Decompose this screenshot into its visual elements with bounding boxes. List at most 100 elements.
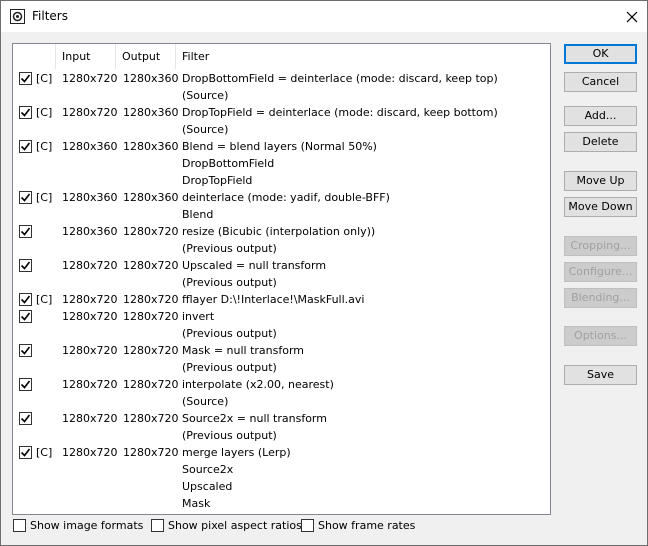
output-size: 1280x720 (123, 412, 179, 425)
filter-row[interactable]: [C] 1280x360 1280x360 Blend = blend layers … (13, 138, 550, 189)
blending-button[interactable]: Blending... (564, 288, 637, 308)
check-icon (20, 380, 31, 389)
filter-source: DropTopField (182, 174, 253, 187)
header-output[interactable]: Output (116, 44, 176, 69)
filter-enabled-checkbox[interactable] (19, 72, 32, 85)
filter-description: deinterlace (mode: yadif, double-BFF) Ble… (182, 189, 390, 223)
crop-tag: [C] (36, 191, 53, 204)
output-size: 1280x360 (123, 72, 179, 85)
filter-row[interactable]: 1280x720 1280x720 interpolate (x2.00, near… (13, 376, 550, 410)
check-icon (20, 312, 31, 321)
filter-source: Upscaled (182, 480, 233, 493)
filter-row[interactable]: 1280x360 1280x720 resize (Bicubic (interpo… (13, 223, 550, 257)
filter-row[interactable]: 1280x720 1280x720 invert (Previous output) (13, 308, 550, 342)
options-button[interactable]: Options... (564, 326, 637, 346)
move-down-button[interactable]: Move Down (564, 197, 637, 217)
close-icon (626, 11, 638, 22)
checkbox-box[interactable] (301, 519, 314, 532)
output-size: 1280x720 (123, 225, 179, 238)
filter-enabled-checkbox[interactable] (19, 344, 32, 357)
filter-source: (Source) (182, 123, 229, 136)
filter-row[interactable]: [C] 1280x360 1280x360 deinterlace (mode: ya… (13, 189, 550, 223)
output-size: 1280x720 (123, 293, 179, 306)
add-button[interactable]: Add... (564, 106, 637, 126)
check-icon (20, 414, 31, 423)
list-header: Input Output Filter (13, 44, 550, 69)
filter-description: resize (Bicubic (interpolation only)) (Pr… (182, 223, 375, 257)
check-icon (20, 74, 31, 83)
show-pixel-aspect-ratios-label: Show pixel aspect ratios (168, 519, 302, 532)
filter-name: deinterlace (mode: yadif, double-BFF) (182, 191, 390, 204)
filter-row[interactable]: [C] 1280x720 1280x720 merge layers (Lerp) So… (13, 444, 550, 512)
filter-source: (Previous output) (182, 276, 277, 289)
crop-tag: [C] (36, 446, 53, 459)
crop-tag: [C] (36, 106, 53, 119)
input-size: 1280x720 (62, 293, 118, 306)
crop-tag: [C] (36, 72, 53, 85)
check-icon (20, 108, 31, 117)
header-filter[interactable]: Filter (176, 44, 550, 69)
filter-name: DropTopField = deinterlace (mode: discar… (182, 106, 498, 119)
filter-enabled-checkbox[interactable] (19, 310, 32, 323)
filters-dialog: Filters Input Output Filter [C] 1280x720 1… (0, 0, 648, 546)
filter-description: Upscaled = null transform (Previous outpu… (182, 257, 326, 291)
output-size: 1280x360 (123, 106, 179, 119)
filter-description: interpolate (x2.00, nearest) (Source) (182, 376, 334, 410)
filter-enabled-checkbox[interactable] (19, 225, 32, 238)
filter-name: interpolate (x2.00, nearest) (182, 378, 334, 391)
save-button[interactable]: Save (564, 365, 637, 385)
filter-enabled-checkbox[interactable] (19, 259, 32, 272)
filter-list[interactable]: Input Output Filter [C] 1280x720 1280x360 D… (12, 43, 551, 515)
cropping-button[interactable]: Cropping... (564, 236, 637, 256)
filter-description: DropTopField = deinterlace (mode: discar… (182, 104, 498, 138)
filter-enabled-checkbox[interactable] (19, 106, 32, 119)
filter-description: invert (Previous output) (182, 308, 277, 342)
filter-row[interactable]: [C] 1280x720 1280x360 DropTopField = deinte… (13, 104, 550, 138)
header-input[interactable]: Input (56, 44, 116, 69)
filter-description: Mask = null transform (Previous output) (182, 342, 304, 376)
input-size: 1280x360 (62, 140, 118, 153)
output-size: 1280x360 (123, 191, 179, 204)
filter-name: fflayer D:\!Interlace!\MaskFull.avi (182, 293, 365, 306)
check-icon (20, 142, 31, 151)
filter-row[interactable]: [C] 1280x720 1280x720 fflayer D:\!Interlace… (13, 291, 550, 308)
filter-enabled-checkbox[interactable] (19, 140, 32, 153)
input-size: 1280x720 (62, 412, 118, 425)
filter-enabled-checkbox[interactable] (19, 191, 32, 204)
app-icon (10, 9, 25, 24)
crop-tag: [C] (36, 293, 53, 306)
filter-row[interactable]: 1280x720 1280x720 Upscaled = null transfor… (13, 257, 550, 291)
move-up-button[interactable]: Move Up (564, 171, 637, 191)
filter-name: Upscaled = null transform (182, 259, 327, 272)
filter-row[interactable]: [C] 1280x720 1280x360 DropBottomField = dei… (13, 70, 550, 104)
filter-row[interactable]: 1280x720 1280x720 Mask = null transform (Pr… (13, 342, 550, 376)
output-size: 1280x720 (123, 446, 179, 459)
title-bar: Filters (1, 1, 647, 32)
window-title: Filters (32, 9, 68, 23)
filter-source: Source2x (182, 463, 234, 476)
filter-enabled-checkbox[interactable] (19, 293, 32, 306)
configure-button[interactable]: Configure... (564, 262, 637, 282)
delete-button[interactable]: Delete (564, 132, 637, 152)
input-size: 1280x720 (62, 310, 118, 323)
filter-source: (Previous output) (182, 242, 277, 255)
filter-enabled-checkbox[interactable] (19, 412, 32, 425)
show-frame-rates-label: Show frame rates (318, 519, 416, 532)
filter-name: Blend = blend layers (Normal 50%) (182, 140, 377, 153)
filter-enabled-checkbox[interactable] (19, 446, 32, 459)
filter-description: Source2x = null transform (Previous outpu… (182, 410, 327, 444)
check-icon (20, 346, 31, 355)
filter-enabled-checkbox[interactable] (19, 378, 32, 391)
ok-button[interactable]: OK (564, 44, 637, 64)
header-check-col[interactable] (13, 44, 56, 69)
filter-description: fflayer D:\!Interlace!\MaskFull.avi (182, 291, 364, 308)
filter-row[interactable]: 1280x720 1280x720 Source2x = null transfor… (13, 410, 550, 444)
input-size: 1280x720 (62, 378, 118, 391)
filter-source: Mask (182, 497, 211, 510)
close-button[interactable] (617, 1, 647, 32)
checkbox-box[interactable] (13, 519, 26, 532)
cancel-button[interactable]: Cancel (564, 72, 637, 92)
check-icon (20, 261, 31, 270)
checkbox-box[interactable] (151, 519, 164, 532)
filter-source: (Previous output) (182, 327, 277, 340)
